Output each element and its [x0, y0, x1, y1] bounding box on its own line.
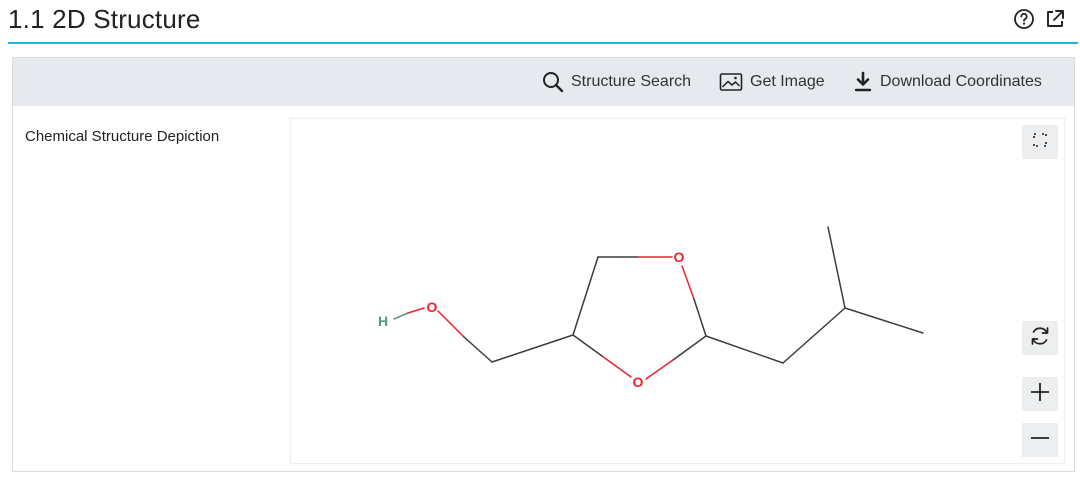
section-header: 1.1 2D Structure	[8, 0, 1078, 44]
structure-search-button[interactable]: Structure Search	[542, 58, 691, 106]
atom-label-oxygen-hydroxyl: O	[427, 299, 438, 315]
get-image-button[interactable]: Get Image	[719, 58, 825, 106]
bond-o-ch2-oxygen-part	[437, 310, 465, 338]
chemical-structure-depiction-label: Chemical Structure Depiction	[25, 128, 220, 145]
download-coordinates-button[interactable]: Download Coordinates	[853, 58, 1042, 106]
bond-c2-ch2-sidechain	[705, 335, 784, 364]
toolbar: Structure Search Get Image Download Coor…	[13, 58, 1074, 106]
external-link-icon[interactable]	[1044, 8, 1066, 30]
help-circle-icon[interactable]	[1013, 8, 1035, 30]
bond-ch-ch3-up	[827, 226, 846, 309]
zoom-out-button[interactable]	[1022, 423, 1058, 457]
atom-label-oxygen-ring-top: O	[674, 249, 685, 265]
molecule-drawing: H O O O	[378, 226, 924, 390]
atom-label-oxygen-ring-bottom: O	[633, 374, 644, 390]
atom-label-hydrogen: H	[378, 313, 388, 329]
bond-o3-c4-oxygen-part	[601, 355, 632, 378]
bond-c2-o3-oxygen-part	[645, 359, 674, 380]
reset-view-button[interactable]	[1022, 321, 1058, 355]
image-icon	[719, 72, 743, 92]
bond-o1-c2-oxygen-part	[681, 265, 695, 300]
bond-h-o-hydrogen-part	[393, 312, 409, 320]
bond-ch-ch3-right	[844, 307, 924, 334]
bond-ch2-ch	[782, 307, 846, 364]
bond-o1-c2-carbon-part	[693, 298, 707, 337]
fullscreen-button[interactable]	[1022, 125, 1058, 159]
bond-h-o-oxygen-part	[407, 307, 425, 314]
bond-c4-c5	[572, 256, 599, 336]
download-icon	[853, 71, 873, 93]
bond-ch2-c4	[491, 334, 574, 363]
zoom-in-button[interactable]	[1022, 377, 1058, 411]
bond-c2-o3-carbon-part	[672, 335, 707, 361]
refresh-icon	[1029, 325, 1051, 352]
minus-icon	[1029, 427, 1051, 454]
structure-viewer[interactable]: H O O O	[290, 118, 1065, 464]
search-icon	[542, 71, 564, 93]
fullscreen-icon	[1032, 132, 1048, 153]
section-title: 1.1 2D Structure	[8, 4, 201, 34]
structure-panel: Structure Search Get Image Download Coor…	[12, 57, 1075, 472]
structure-search-label: Structure Search	[571, 73, 692, 90]
get-image-label: Get Image	[750, 73, 825, 90]
bond-o3-c4-carbon-part	[572, 334, 603, 357]
download-coordinates-label: Download Coordinates	[880, 73, 1042, 90]
plus-icon	[1029, 381, 1051, 408]
bond-o-ch2-carbon-part	[463, 336, 493, 363]
